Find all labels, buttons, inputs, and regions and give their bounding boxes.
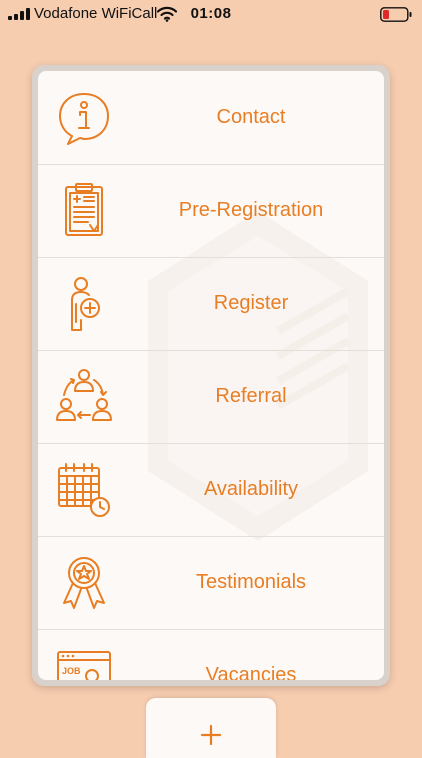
plus-icon bbox=[200, 724, 222, 746]
calendar-clock-icon bbox=[58, 463, 110, 517]
job-browser-icon: JOB bbox=[57, 651, 111, 680]
referral-people-icon bbox=[56, 369, 112, 421]
status-time: 01:08 bbox=[190, 5, 232, 22]
battery-icon bbox=[380, 7, 412, 22]
person-add-icon bbox=[71, 277, 100, 331]
status-bar: Vodafone WiFiCall 01:08 bbox=[0, 0, 422, 30]
menu-label-testimonials: Testimonials bbox=[195, 571, 307, 593]
menu-label-contact: Contact bbox=[216, 106, 286, 128]
award-ribbon-icon bbox=[63, 557, 105, 609]
clipboard-icon bbox=[65, 183, 103, 236]
menu-item-testimonials[interactable]: Testimonials bbox=[38, 536, 384, 630]
menu-item-register[interactable]: Register bbox=[38, 257, 384, 351]
menu-item-vacancies[interactable]: JOB Vacancies bbox=[38, 629, 384, 680]
menu-item-referral[interactable]: Referral bbox=[38, 350, 384, 444]
svg-text:JOB: JOB bbox=[62, 666, 81, 676]
menu-label-register: Register bbox=[213, 292, 289, 314]
add-button[interactable] bbox=[146, 698, 276, 758]
menu-item-availability[interactable]: Availability bbox=[38, 443, 384, 537]
info-chat-icon bbox=[59, 93, 109, 145]
menu-list[interactable]: Contact Pre-Registration Register Referr… bbox=[38, 71, 384, 680]
menu-label-referral: Referral bbox=[215, 385, 287, 407]
menu-label-vacancies: Vacancies bbox=[205, 664, 297, 680]
menu-item-contact[interactable]: Contact bbox=[38, 71, 384, 165]
menu-label-availability: Availability bbox=[203, 478, 299, 500]
menu-label-pre-registration: Pre-Registration bbox=[178, 199, 324, 221]
menu-item-pre-registration[interactable]: Pre-Registration bbox=[38, 164, 384, 258]
